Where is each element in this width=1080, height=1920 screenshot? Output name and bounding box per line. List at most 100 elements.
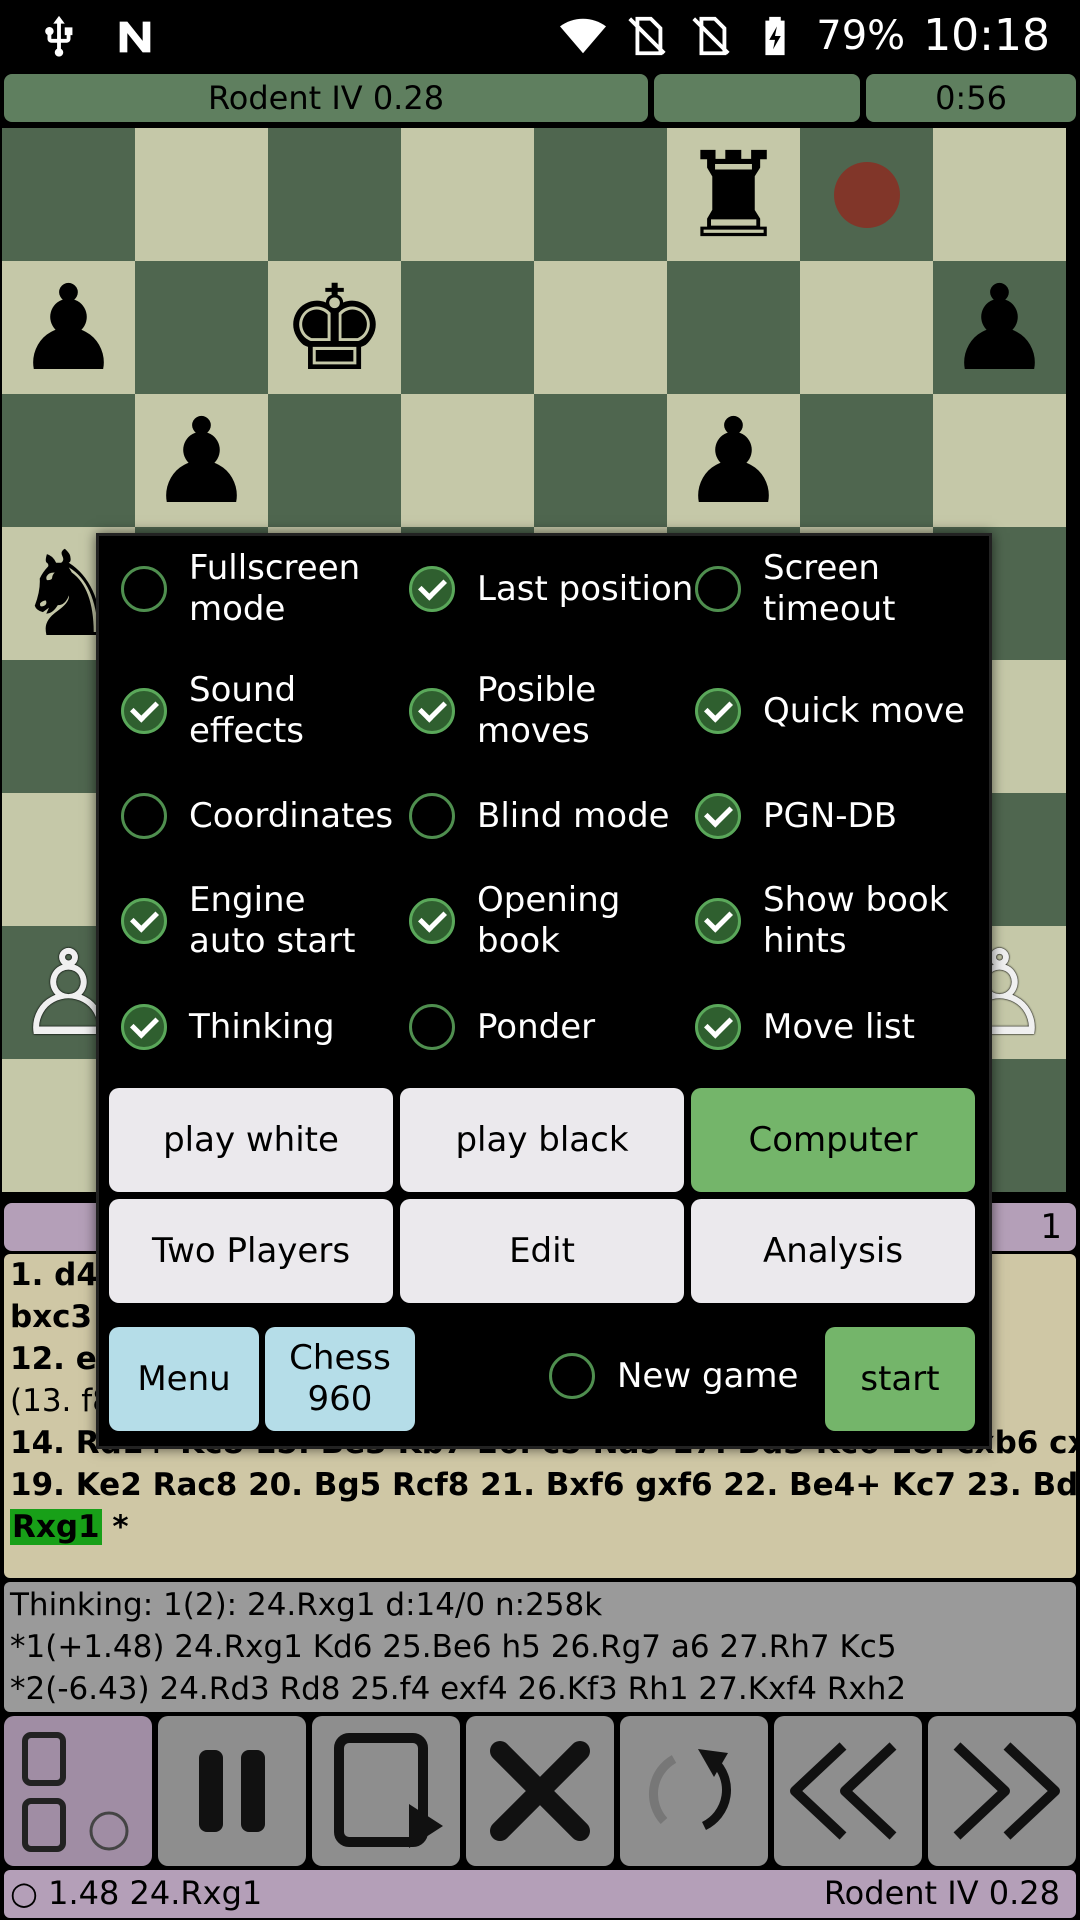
- square-e8[interactable]: [534, 128, 667, 261]
- edit-button[interactable]: Edit: [400, 1199, 684, 1303]
- square-g7[interactable]: [800, 261, 933, 394]
- new-game-option[interactable]: New game: [549, 1353, 798, 1399]
- option-last-position[interactable]: Last position: [409, 548, 699, 630]
- play-white-button[interactable]: play white: [109, 1088, 393, 1192]
- thinking-line: *2(-6.43) 24.Rd3 Rd8 25.f4 exf4 26.Kf3 R…: [10, 1671, 907, 1707]
- clock-time: 10:18: [923, 10, 1050, 61]
- square-e7[interactable]: [534, 261, 667, 394]
- rotate-button[interactable]: [620, 1716, 768, 1866]
- square-a8[interactable]: [2, 128, 135, 261]
- chess-piece[interactable]: ♚: [268, 261, 401, 394]
- square-a7[interactable]: ♟: [2, 261, 135, 394]
- chess-piece[interactable]: ♟: [667, 394, 800, 527]
- no-sim-icon: [692, 16, 730, 55]
- square-c6[interactable]: [268, 394, 401, 527]
- option-possible-moves[interactable]: Posible moves: [409, 670, 679, 752]
- option-show-book-hints[interactable]: Show book hints: [695, 880, 965, 962]
- checkbox-icon[interactable]: [695, 898, 741, 944]
- square-a6[interactable]: [2, 394, 135, 527]
- option-label: Coordinates: [189, 795, 394, 836]
- checkbox-icon[interactable]: [409, 1004, 455, 1050]
- rotate-icon: [648, 1749, 731, 1831]
- back-button[interactable]: [774, 1716, 922, 1866]
- chess-piece[interactable]: ♜: [667, 128, 800, 261]
- engine-status-bar: ○ 1.48 24.Rxg1 Rodent IV 0.28: [4, 1870, 1076, 1918]
- option-engine-auto-start[interactable]: Engine auto start: [121, 880, 391, 962]
- checkbox-icon[interactable]: [121, 898, 167, 944]
- checkbox-icon[interactable]: [695, 793, 741, 839]
- square-h7[interactable]: ♟: [933, 261, 1066, 394]
- checkbox-icon[interactable]: [121, 688, 167, 734]
- chess960-button[interactable]: Chess 960: [265, 1327, 415, 1431]
- two-players-button[interactable]: Two Players: [109, 1199, 393, 1303]
- chess-piece[interactable]: ♟: [135, 394, 268, 527]
- square-d8[interactable]: [401, 128, 534, 261]
- option-quick-move[interactable]: Quick move: [695, 670, 975, 752]
- move-list-line: 19. Ke2 Rac8 20. Bg5 Rcf8 21. Bxf6 gxf6 …: [10, 1467, 1076, 1503]
- square-d7[interactable]: [401, 261, 534, 394]
- option-label: Sound effects: [189, 670, 304, 751]
- checkbox-icon[interactable]: [695, 1004, 741, 1050]
- checkbox-icon[interactable]: [695, 566, 741, 612]
- engine-name-bottom: Rodent IV 0.28: [823, 1874, 1060, 1912]
- flip-board-button[interactable]: [312, 1716, 460, 1866]
- option-move-list[interactable]: Move list: [695, 1004, 965, 1050]
- forward-icon: [953, 1742, 1060, 1840]
- square-b7[interactable]: [135, 261, 268, 394]
- square-c7[interactable]: ♚: [268, 261, 401, 394]
- engine-bar: Rodent IV 0.28 0:56: [4, 74, 1076, 124]
- square-h6[interactable]: [933, 394, 1066, 527]
- square-f8[interactable]: ♜: [667, 128, 800, 261]
- square-f6[interactable]: ♟: [667, 394, 800, 527]
- square-f7[interactable]: [667, 261, 800, 394]
- pause-button[interactable]: [158, 1716, 306, 1866]
- engine-name[interactable]: Rodent IV 0.28: [4, 74, 648, 122]
- option-screen-timeout[interactable]: Screen timeout: [695, 548, 965, 630]
- option-opening-book[interactable]: Opening book: [409, 880, 629, 962]
- square-e6[interactable]: [534, 394, 667, 527]
- option-thinking[interactable]: Thinking: [121, 1004, 391, 1050]
- option-coordinates[interactable]: Coordinates: [121, 793, 411, 839]
- square-g6[interactable]: [800, 394, 933, 527]
- battery-percent: 79%: [816, 12, 906, 59]
- option-fullscreen-mode[interactable]: Fullscreen mode: [121, 548, 391, 630]
- square-d6[interactable]: [401, 394, 534, 527]
- back-icon: [790, 1742, 897, 1840]
- checkbox-icon[interactable]: [549, 1353, 595, 1399]
- start-button[interactable]: start: [825, 1327, 975, 1431]
- forward-button[interactable]: [928, 1716, 1076, 1866]
- checkbox-icon[interactable]: [695, 688, 741, 734]
- option-ponder[interactable]: Ponder: [409, 1004, 679, 1050]
- chess-piece[interactable]: ♟: [2, 261, 135, 394]
- square-b8[interactable]: [135, 128, 268, 261]
- play-black-button[interactable]: play black: [400, 1088, 684, 1192]
- checkbox-icon[interactable]: [121, 793, 167, 839]
- option-label: PGN-DB: [763, 795, 898, 836]
- wifi-icon: [560, 18, 607, 53]
- option-label: Show book hints: [763, 880, 949, 961]
- menu-button[interactable]: Menu: [109, 1327, 259, 1431]
- thinking-line: Thinking: 1(2): 24.Rxg1 d:14/0 n:258k: [10, 1587, 603, 1623]
- move-list-line: Rxg1 *: [10, 1506, 1070, 1548]
- stop-button[interactable]: [466, 1716, 614, 1866]
- option-blind-mode[interactable]: Blind mode: [409, 793, 689, 839]
- checkbox-icon[interactable]: [409, 898, 455, 944]
- option-sound-effects[interactable]: Sound effects: [121, 670, 391, 752]
- checkbox-icon[interactable]: [121, 566, 167, 612]
- checkbox-icon[interactable]: [409, 688, 455, 734]
- checkbox-icon[interactable]: [121, 1004, 167, 1050]
- analysis-button[interactable]: Analysis: [691, 1199, 975, 1303]
- square-h8[interactable]: [933, 128, 1066, 261]
- mode-button[interactable]: [4, 1716, 152, 1866]
- engine-bar-middle: [654, 74, 860, 122]
- current-move[interactable]: Rxg1: [10, 1509, 102, 1545]
- checkbox-icon[interactable]: [409, 793, 455, 839]
- square-c8[interactable]: [268, 128, 401, 261]
- computer-button[interactable]: Computer: [691, 1088, 975, 1192]
- square-g8[interactable]: [800, 128, 933, 261]
- thinking-line: *1(+1.48) 24.Rxg1 Kd6 25.Be6 h5 26.Rg7 a…: [10, 1629, 897, 1665]
- chess-piece[interactable]: ♟: [933, 261, 1066, 394]
- option-pgn-db[interactable]: PGN-DB: [695, 793, 965, 839]
- square-b6[interactable]: ♟: [135, 394, 268, 527]
- checkbox-icon[interactable]: [409, 566, 455, 612]
